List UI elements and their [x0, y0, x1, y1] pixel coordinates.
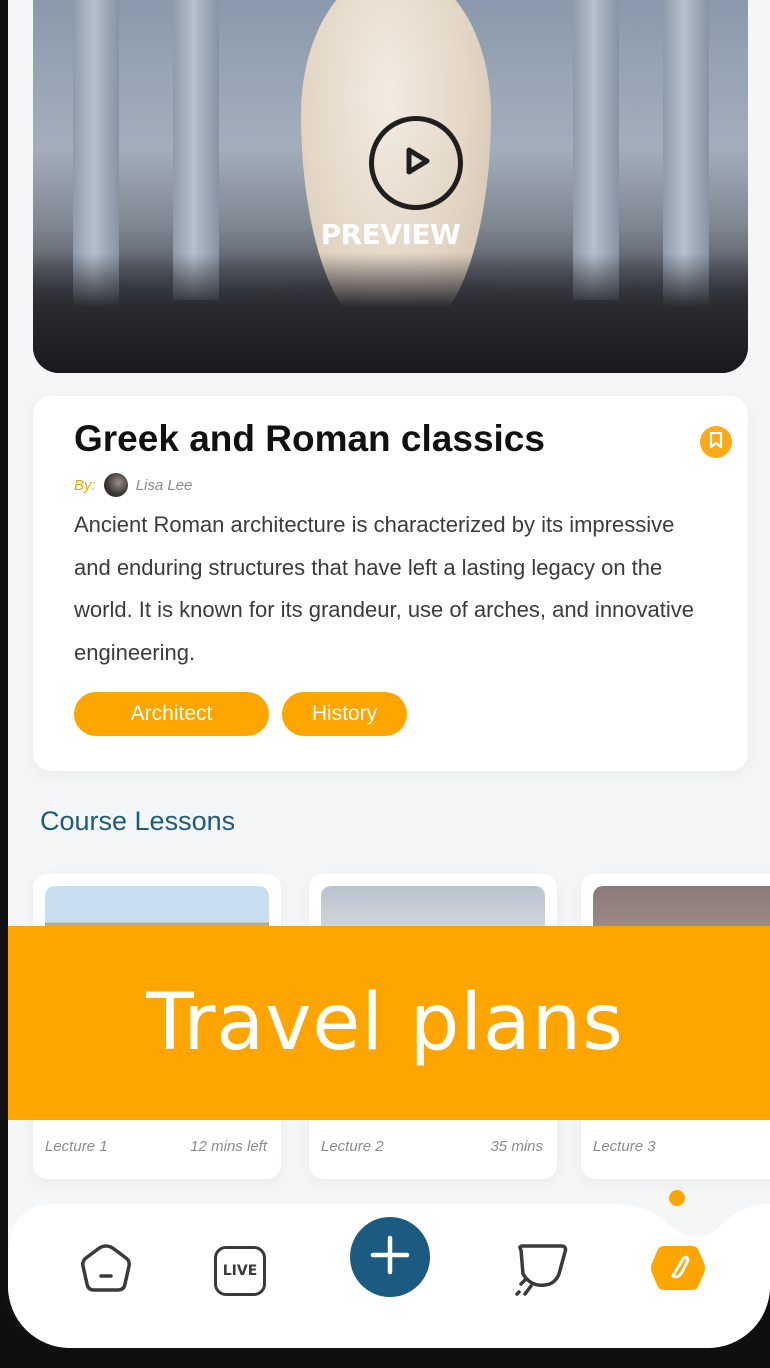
lesson-lecture: Lecture 3	[593, 1138, 656, 1155]
live-label: LIVE	[222, 1263, 258, 1279]
add-button[interactable]	[350, 1217, 430, 1297]
crowd-image	[33, 253, 748, 373]
nav-explore[interactable]	[648, 1242, 708, 1298]
travel-plans-banner: Travel plans	[8, 926, 770, 1120]
bookmark-button[interactable]	[700, 426, 732, 458]
live-icon: LIVE	[214, 1246, 266, 1296]
play-button[interactable]	[369, 116, 463, 210]
lesson-meta: Lecture 1 12 mins left	[45, 1138, 267, 1155]
courses-icon	[509, 1240, 571, 1303]
lesson-lecture: Lecture 2	[321, 1138, 384, 1155]
lesson-lecture: Lecture 1	[45, 1138, 108, 1155]
add-icon	[368, 1233, 412, 1282]
author-by-label: By:	[74, 476, 96, 494]
lesson-meta: Lecture 2 35 mins	[321, 1138, 543, 1155]
play-icon	[396, 141, 436, 186]
course-lessons-heading: Course Lessons	[40, 806, 236, 836]
home-icon	[79, 1242, 133, 1301]
author-row: By: Lisa Lee	[74, 473, 192, 497]
nav-live[interactable]: LIVE	[213, 1245, 267, 1297]
course-preview-video[interactable]: PREVIEW	[33, 0, 748, 373]
active-indicator-dot	[669, 1190, 685, 1206]
bookmark-icon	[709, 431, 723, 453]
explore-icon	[649, 1242, 707, 1299]
nav-courses[interactable]	[508, 1242, 572, 1300]
banner-title: Travel plans	[146, 978, 624, 1068]
course-info-card: Greek and Roman classics By: Lisa Lee An…	[33, 396, 748, 771]
lesson-time: 35 mins	[490, 1138, 543, 1155]
app-screen: PREVIEW Greek and Roman classics By: Lis…	[8, 0, 770, 1348]
lesson-meta: Lecture 3 35	[593, 1138, 770, 1155]
author-name[interactable]: Lisa Lee	[136, 477, 193, 494]
tag-history[interactable]: History	[282, 692, 407, 736]
lesson-time: 12 mins left	[190, 1138, 267, 1155]
course-title: Greek and Roman classics	[74, 418, 545, 459]
nav-home[interactable]	[78, 1243, 134, 1299]
phone-frame: PREVIEW Greek and Roman classics By: Lis…	[0, 0, 770, 1350]
tag-architect[interactable]: Architect	[74, 692, 269, 736]
avatar[interactable]	[103, 473, 128, 497]
preview-label: PREVIEW	[320, 218, 461, 251]
course-description: Ancient Roman architecture is characteri…	[74, 512, 694, 665]
